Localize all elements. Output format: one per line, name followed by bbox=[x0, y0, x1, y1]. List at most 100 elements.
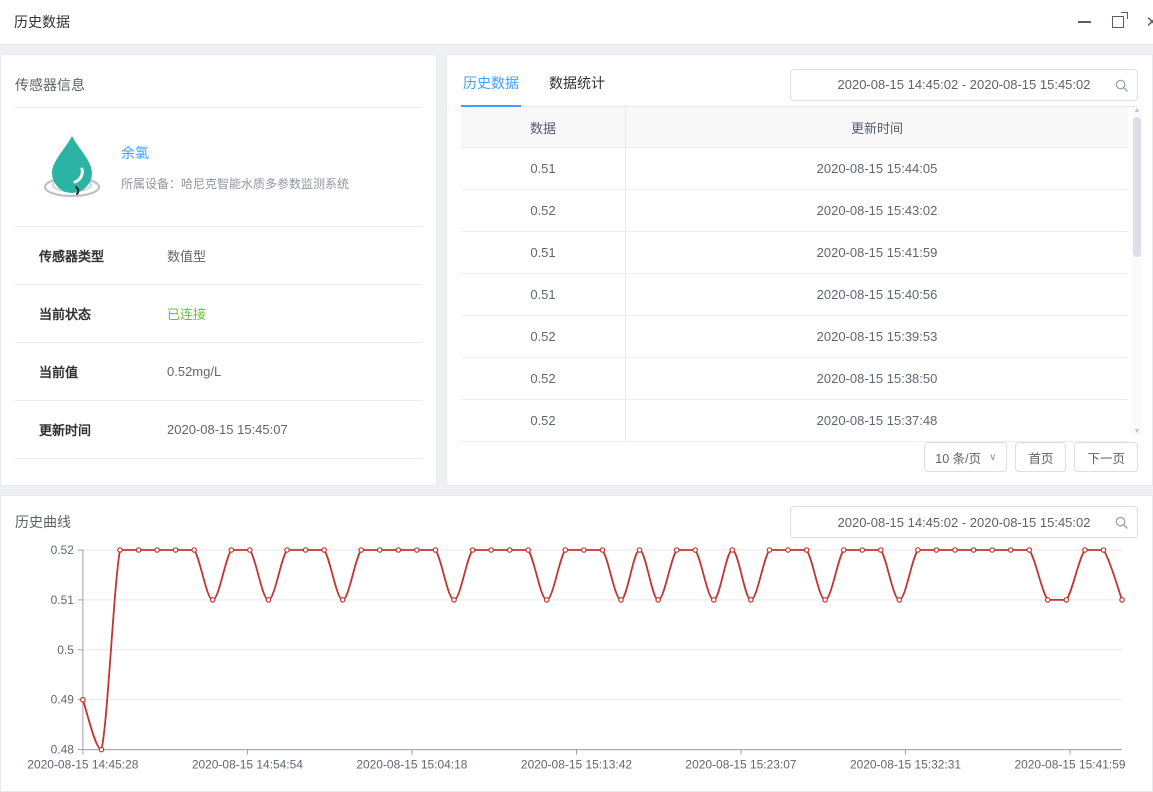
restore-icon bbox=[1112, 16, 1124, 28]
sensor-detail-row: 传感器类型数值型 bbox=[15, 227, 422, 285]
data-point bbox=[136, 548, 140, 552]
sensor-panel-title: 传感器信息 bbox=[15, 67, 422, 108]
cell-update-time: 2020-08-15 15:38:50 bbox=[626, 358, 1129, 400]
sensor-summary: 余氯 所属设备：哈尼克智能水质多参数监测系统 bbox=[15, 108, 422, 227]
next-page-button[interactable]: 下一页 bbox=[1074, 442, 1138, 472]
data-point bbox=[842, 548, 846, 552]
sensor-name[interactable]: 余氯 bbox=[121, 143, 349, 163]
tab-bar: 历史数据 数据统计 bbox=[461, 63, 607, 106]
cell-update-time: 2020-08-15 15:43:02 bbox=[626, 190, 1129, 232]
table-row[interactable]: 0.522020-08-15 15:43:02 bbox=[461, 190, 1128, 232]
window-controls: ✕ bbox=[1075, 13, 1147, 31]
search-icon[interactable] bbox=[1114, 78, 1129, 96]
data-point bbox=[229, 548, 233, 552]
sensor-info-panel: 传感器信息 余氯 所属设备：哈尼克智能水质多参数监测系统 bbox=[0, 54, 437, 486]
data-point bbox=[508, 548, 512, 552]
scroll-down-icon[interactable]: ▼ bbox=[1134, 428, 1141, 435]
data-point bbox=[990, 548, 994, 552]
table-row[interactable]: 0.512020-08-15 15:40:56 bbox=[461, 274, 1128, 316]
data-point bbox=[934, 548, 938, 552]
svg-text:2020-08-15 14:54:54: 2020-08-15 14:54:54 bbox=[192, 758, 303, 772]
pagination: 10 条/页 ∨ 首页 下一页 bbox=[461, 442, 1138, 486]
svg-text:2020-08-15 15:04:18: 2020-08-15 15:04:18 bbox=[356, 758, 467, 772]
data-point bbox=[99, 747, 103, 751]
table-row[interactable]: 0.522020-08-15 15:39:53 bbox=[461, 316, 1128, 358]
detail-label: 更新时间 bbox=[39, 420, 167, 439]
cell-update-time: 2020-08-15 15:37:48 bbox=[626, 400, 1129, 442]
data-point bbox=[81, 698, 85, 702]
svg-text:0.49: 0.49 bbox=[51, 693, 75, 707]
data-point bbox=[823, 598, 827, 602]
data-point bbox=[712, 598, 716, 602]
scrollbar-thumb[interactable] bbox=[1133, 117, 1141, 257]
data-point bbox=[860, 548, 864, 552]
table-header-row: 数据 更新时间 bbox=[461, 107, 1128, 148]
svg-text:2020-08-15 15:41:59: 2020-08-15 15:41:59 bbox=[1014, 758, 1125, 772]
data-point bbox=[1064, 598, 1068, 602]
history-data-panel: 历史数据 数据统计 2020-08-15 14:45:02 - 2020-08-… bbox=[446, 54, 1153, 486]
sensor-device-label: 所属设备：哈尼克智能水质多参数监测系统 bbox=[121, 175, 349, 192]
data-point bbox=[378, 548, 382, 552]
table-row[interactable]: 0.512020-08-15 15:41:59 bbox=[461, 232, 1128, 274]
detail-value: 已连接 bbox=[167, 304, 206, 323]
data-point bbox=[489, 548, 493, 552]
svg-text:0.48: 0.48 bbox=[51, 743, 75, 757]
tab-data-statistics[interactable]: 数据统计 bbox=[547, 63, 607, 106]
cell-data: 0.51 bbox=[461, 148, 626, 190]
close-button[interactable]: ✕ bbox=[1143, 13, 1153, 31]
data-point bbox=[1027, 548, 1031, 552]
data-point bbox=[767, 548, 771, 552]
tab-history-data[interactable]: 历史数据 bbox=[461, 63, 521, 107]
history-chart: 0.480.490.50.510.522020-08-15 14:45:2820… bbox=[13, 542, 1140, 780]
svg-text:0.5: 0.5 bbox=[57, 643, 74, 657]
curve-search-icon[interactable] bbox=[1114, 515, 1129, 533]
cell-data: 0.52 bbox=[461, 190, 626, 232]
restore-button[interactable] bbox=[1109, 13, 1127, 31]
cell-update-time: 2020-08-15 15:41:59 bbox=[626, 232, 1129, 274]
data-point bbox=[730, 548, 734, 552]
first-page-button[interactable]: 首页 bbox=[1015, 442, 1066, 472]
data-point bbox=[433, 548, 437, 552]
history-curve-panel: 历史曲线 2020-08-15 14:45:02 - 2020-08-15 15… bbox=[0, 495, 1153, 792]
table-row[interactable]: 0.522020-08-15 15:37:48 bbox=[461, 400, 1128, 442]
data-point bbox=[637, 548, 641, 552]
header-update-time: 更新时间 bbox=[626, 107, 1129, 148]
page-size-value: 10 条/页 bbox=[935, 448, 981, 467]
history-panel-header: 历史数据 数据统计 2020-08-15 14:45:02 - 2020-08-… bbox=[461, 55, 1138, 107]
data-point bbox=[415, 548, 419, 552]
title-bar: 历史数据 ✕ bbox=[0, 0, 1153, 45]
minimize-button[interactable] bbox=[1075, 13, 1093, 31]
data-point bbox=[600, 548, 604, 552]
minimize-icon bbox=[1078, 21, 1091, 23]
page-size-select[interactable]: 10 条/页 ∨ bbox=[924, 442, 1007, 472]
table-row[interactable]: 0.512020-08-15 15:44:05 bbox=[461, 148, 1128, 190]
scroll-up-icon[interactable]: ▲ bbox=[1134, 107, 1141, 114]
detail-label: 传感器类型 bbox=[39, 246, 167, 265]
table-scrollbar[interactable]: ▲ ▼ bbox=[1132, 107, 1142, 435]
svg-text:2020-08-15 15:23:07: 2020-08-15 15:23:07 bbox=[685, 758, 796, 772]
cell-update-time: 2020-08-15 15:40:56 bbox=[626, 274, 1129, 316]
svg-text:2020-08-15 15:13:42: 2020-08-15 15:13:42 bbox=[521, 758, 632, 772]
chevron-down-icon: ∨ bbox=[989, 452, 996, 463]
data-point bbox=[173, 548, 177, 552]
curve-panel-title: 历史曲线 bbox=[15, 512, 71, 532]
cell-update-time: 2020-08-15 15:44:05 bbox=[626, 148, 1129, 190]
detail-value: 数值型 bbox=[167, 246, 206, 265]
window-title: 历史数据 bbox=[14, 12, 70, 32]
data-point bbox=[582, 548, 586, 552]
data-point bbox=[155, 548, 159, 552]
data-point bbox=[341, 598, 345, 602]
data-point bbox=[248, 548, 252, 552]
data-point bbox=[359, 548, 363, 552]
date-range-picker[interactable]: 2020-08-15 14:45:02 - 2020-08-15 15:45:0… bbox=[790, 69, 1138, 101]
data-point bbox=[804, 548, 808, 552]
detail-label: 当前值 bbox=[39, 362, 167, 381]
svg-text:2020-08-15 14:45:28: 2020-08-15 14:45:28 bbox=[27, 758, 138, 772]
data-point bbox=[192, 548, 196, 552]
table-row[interactable]: 0.522020-08-15 15:38:50 bbox=[461, 358, 1128, 400]
data-point bbox=[118, 548, 122, 552]
data-point bbox=[971, 548, 975, 552]
curve-date-range-picker[interactable]: 2020-08-15 14:45:02 - 2020-08-15 15:45:0… bbox=[790, 506, 1138, 538]
data-point bbox=[675, 548, 679, 552]
data-point bbox=[1120, 598, 1124, 602]
